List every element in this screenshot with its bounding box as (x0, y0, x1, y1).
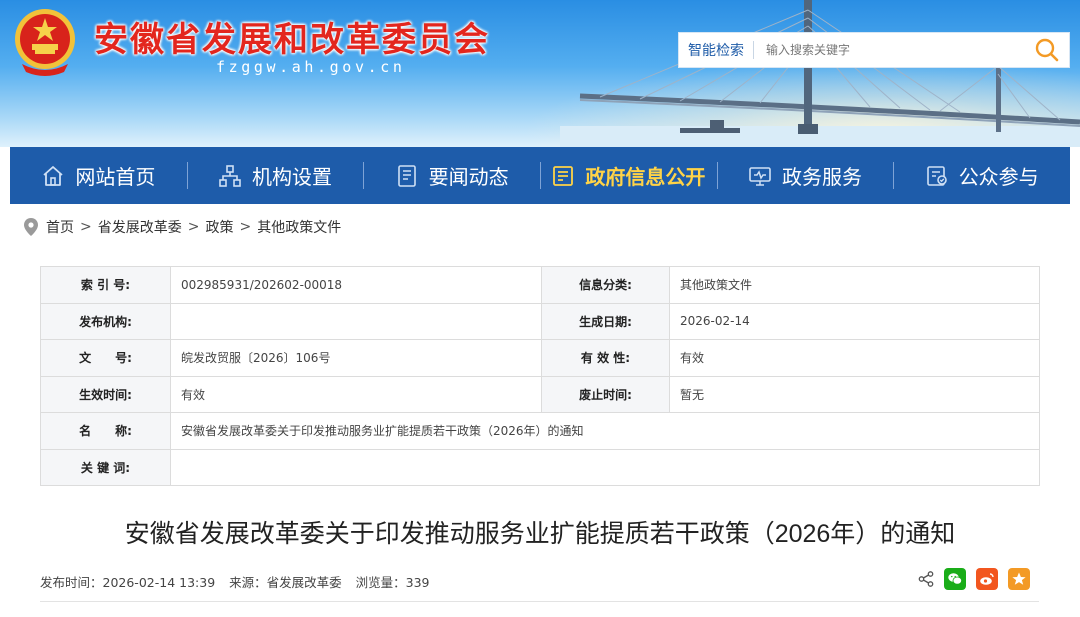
table-row: 关 键 词: (40, 448, 1040, 486)
article-title: 安徽省发展改革委关于印发推动服务业扩能提质若干政策（2026年）的通知 (124, 520, 956, 548)
search-icon (1035, 38, 1059, 62)
main-navigation: 网站首页 机构设置 要闻动态 政府信息公开 政务服务 公众参与 (10, 147, 1070, 204)
home-icon (43, 165, 63, 186)
document-name-value: 安徽省发展改革委关于印发推动服务业扩能提质若干政策（2026年）的通知 (170, 412, 1040, 450)
document-number-value: 皖发改贸服〔2026〕106号 (170, 339, 542, 377)
breadcrumb-home[interactable]: 首页 (46, 217, 74, 237)
table-row: 索 引 号: 002985931/202602-00018 信息分类: 其他政策… (40, 266, 1040, 304)
breadcrumb-separator: > (187, 219, 200, 235)
breadcrumb-separator: > (239, 219, 252, 235)
share-weibo-button[interactable] (976, 568, 998, 590)
publisher-value (170, 302, 542, 340)
search-input[interactable] (754, 33, 1025, 67)
created-date-value: 2026-02-14 (669, 302, 1040, 340)
smart-search-label[interactable]: 智能检索 (679, 40, 753, 60)
nav-item-participation[interactable]: 公众参与 (893, 147, 1070, 204)
publisher-label: 发布机构: (40, 302, 171, 340)
location-pin-icon (24, 218, 38, 236)
participation-icon (926, 165, 947, 186)
search-box: 智能检索 (678, 32, 1070, 68)
document-name-label: 名 称: (40, 412, 171, 450)
breadcrumb-separator: > (80, 219, 92, 235)
site-domain: fzggw.ah.gov.cn (216, 58, 406, 76)
nav-item-services[interactable]: 政务服务 (716, 147, 894, 204)
nav-item-info-disclosure[interactable]: 政府信息公开 (540, 147, 717, 204)
breadcrumb-policy[interactable]: 政策 (205, 217, 233, 237)
index-number-value: 002985931/202602-00018 (170, 266, 542, 304)
share-icon[interactable] (918, 571, 934, 587)
meta-divider (40, 601, 1039, 602)
bridge-illustration (560, 0, 1080, 147)
table-row: 文 号: 皖发改贸服〔2026〕106号 有 效 性: 有效 (40, 339, 1040, 377)
favorite-button[interactable] (1008, 568, 1030, 590)
share-wechat-button[interactable] (944, 568, 966, 590)
wechat-icon (948, 573, 963, 585)
table-row: 生效时间: 有效 废止时间: 暂无 (40, 375, 1040, 413)
nav-item-label: 要闻动态 (428, 165, 509, 189)
nav-item-news[interactable]: 要闻动态 (363, 147, 540, 204)
nav-item-label: 网站首页 (75, 165, 156, 189)
view-count: 浏览量：339 (355, 574, 430, 590)
search-button[interactable] (1025, 32, 1069, 68)
breadcrumb-ndrc[interactable]: 省发展改革委 (98, 217, 182, 237)
index-number-label: 索 引 号: (40, 266, 171, 304)
site-title: 安徽省发展和改革委员会 (94, 20, 490, 60)
breadcrumb-other-policy-docs[interactable]: 其他政策文件 (257, 217, 341, 237)
weibo-icon (980, 573, 994, 585)
nav-item-home[interactable]: 网站首页 (10, 147, 187, 204)
keywords-value (170, 448, 1040, 486)
table-row: 名 称: 安徽省发展改革委关于印发推动服务业扩能提质若干政策（2026年）的通知 (40, 412, 1040, 450)
source: 来源：省发展改革委 (229, 574, 342, 590)
news-icon (397, 164, 416, 187)
keywords-label: 关 键 词: (40, 448, 171, 486)
nav-item-label: 机构设置 (252, 165, 332, 189)
article-meta: 发布时间：2026-02-14 13:39 来源：省发展改革委 浏览量：339 (40, 572, 430, 590)
org-chart-icon (219, 164, 241, 187)
effective-time-label: 生效时间: (40, 375, 171, 413)
nav-item-label: 政府信息公开 (585, 165, 706, 189)
nav-item-label: 政务服务 (782, 165, 863, 189)
validity-label: 有 效 性: (541, 339, 670, 377)
info-disclosure-icon (553, 165, 574, 186)
validity-value: 有效 (669, 339, 1040, 377)
repeal-time-value: 暂无 (669, 375, 1040, 413)
publish-time: 发布时间：2026-02-14 13:39 (40, 574, 216, 590)
national-emblem-icon (15, 9, 75, 76)
monitor-icon (749, 166, 771, 186)
breadcrumb: 首页 > 省发展改革委 > 政策 > 其他政策文件 (24, 215, 341, 239)
nav-item-label: 公众参与 (958, 165, 1039, 189)
table-row: 发布机构: 生成日期: 2026-02-14 (40, 302, 1040, 340)
document-number-label: 文 号: (40, 339, 171, 377)
nav-item-organization[interactable]: 机构设置 (186, 147, 364, 204)
share-bar (918, 568, 1030, 590)
header-banner: 安徽省发展和改革委员会 fzggw.ah.gov.cn 智能检索 (0, 0, 1080, 147)
favorite-icon (1012, 572, 1026, 585)
document-info-table: 索 引 号: 002985931/202602-00018 信息分类: 其他政策… (40, 266, 1040, 486)
category-label: 信息分类: (541, 266, 670, 304)
created-date-label: 生成日期: (541, 302, 670, 340)
category-value: 其他政策文件 (669, 266, 1040, 304)
effective-time-value: 有效 (170, 375, 542, 413)
repeal-time-label: 废止时间: (541, 375, 670, 413)
